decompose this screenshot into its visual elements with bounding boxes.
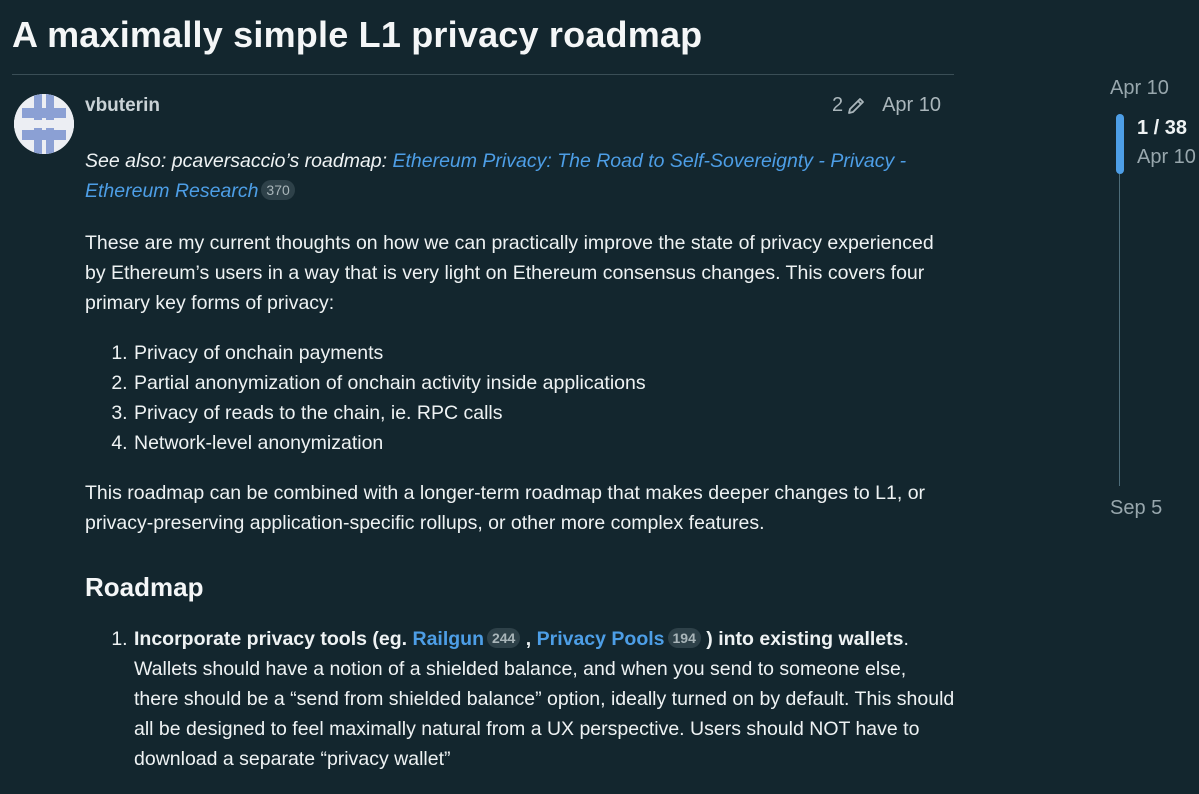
step-bold-text: Incorporate privacy tools (eg. Railgun 24… (134, 628, 904, 650)
pencil-icon (848, 97, 864, 114)
roadmap-heading: Roadmap (85, 572, 204, 602)
timeline-end-date[interactable]: Sep 5 (1110, 497, 1162, 520)
avatar-pattern-icon (14, 94, 74, 154)
privacy-pools-link[interactable]: Privacy Pools (537, 628, 665, 650)
see-also-prefix: See also: pcaversaccio’s roadmap: (85, 150, 393, 172)
see-also: See also: pcaversaccio’s roadmap: Ethere… (85, 146, 955, 206)
step-body: Wallets should have a notion of a shield… (134, 658, 955, 770)
edit-history-button[interactable]: 2 (832, 94, 866, 117)
combine-paragraph: This roadmap can be combined with a long… (85, 482, 926, 534)
timeline-start-date[interactable]: Apr 10 (1110, 77, 1169, 100)
list-item: Partial anonymization of onchain activit… (133, 368, 955, 398)
privacy-pools-click-count: 194 (667, 628, 701, 648)
see-also-click-count: 370 (261, 180, 295, 200)
post-author[interactable]: vbuterin (85, 95, 160, 117)
edit-count: 2 (831, 94, 844, 116)
roadmap-list: Incorporate privacy tools (eg. Railgun24… (85, 624, 955, 774)
timeline-current-date: Apr 10 (1137, 146, 1196, 168)
timeline-scroll-handle[interactable] (1116, 114, 1124, 174)
timeline-position: 1 / 38 (1137, 117, 1188, 139)
privacy-forms-list: Privacy of onchain payments Partial anon… (85, 338, 955, 458)
list-item: Privacy of reads to the chain, ie. RPC c… (133, 398, 955, 428)
topic-title: A maximally simple L1 privacy roadmap (12, 14, 703, 55)
roadmap-step: Incorporate privacy tools (eg. Railgun24… (133, 624, 955, 774)
post-meta: 2 Apr 10 (832, 94, 941, 117)
railgun-click-count: 244 (486, 628, 521, 648)
list-item: Network-level anonymization (133, 428, 955, 458)
post-body: See also: pcaversaccio’s roadmap: Ethere… (85, 146, 955, 794)
title-divider (12, 74, 954, 75)
list-item: Privacy of onchain payments (133, 338, 955, 368)
intro-paragraph: These are my current thoughts on how we … (85, 232, 934, 314)
railgun-link[interactable]: Railgun (412, 628, 484, 650)
post-date[interactable]: Apr 10 (882, 94, 941, 117)
avatar[interactable] (14, 94, 74, 154)
